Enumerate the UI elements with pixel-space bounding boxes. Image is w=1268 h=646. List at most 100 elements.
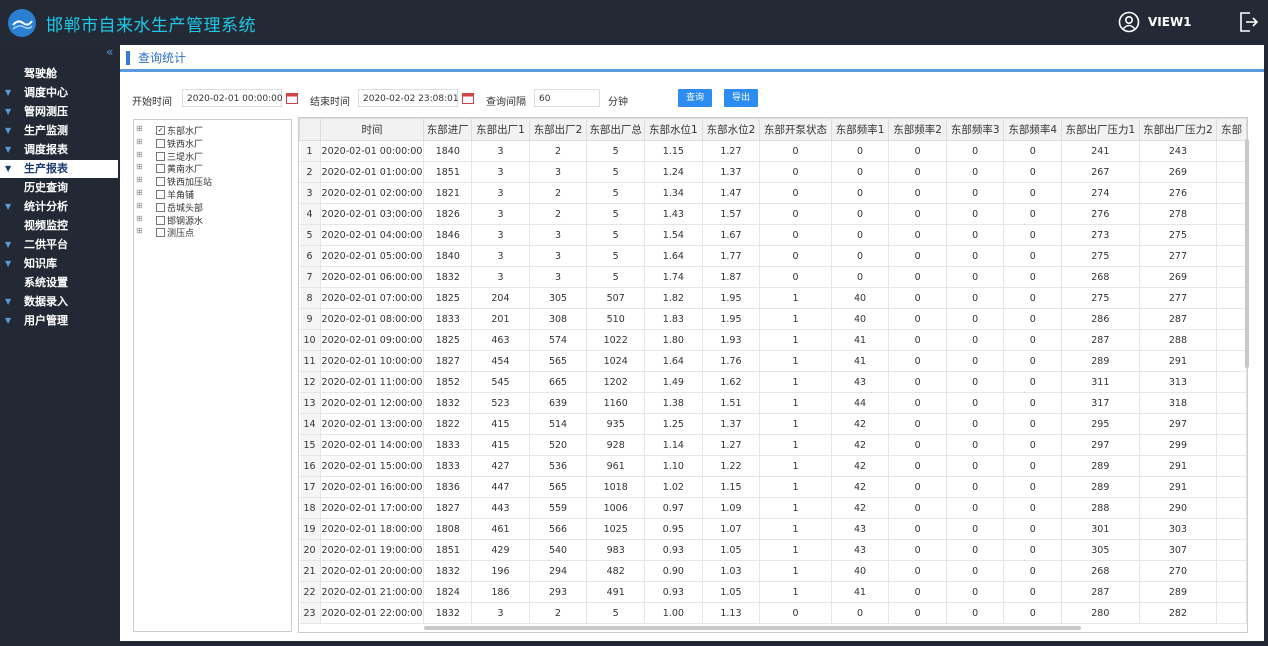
table-row[interactable]: 7 2020-02-01 06:00:00 1832 3 3 5 1.74 1.87 0 0 0 0 0… (299, 266, 1247, 288)
expand-icon[interactable]: ⊞ (136, 175, 143, 184)
table-row[interactable]: 18 2020-02-01 17:00:00 1827 443 559 1006 0.97 1… (299, 497, 1247, 519)
sidebar-item[interactable]: 视频监控 (0, 217, 118, 235)
table-cell: 2020-02-01 18:00:00 (320, 518, 425, 540)
tree-checkbox[interactable] (156, 190, 165, 199)
table-cell: 0 (759, 245, 832, 267)
table-cell: 1836 (423, 476, 473, 498)
tree-checkbox[interactable] (156, 138, 165, 148)
sidebar-item[interactable]: ▼ 用户管理 (0, 312, 118, 330)
username[interactable]: VIEW1 (1148, 15, 1192, 29)
end-time-input[interactable]: 2020-02-02 23:08:01 (358, 89, 459, 107)
tree-checkbox[interactable] (156, 202, 165, 212)
tree-checkbox[interactable] (156, 215, 165, 225)
table-cell: 289 (1061, 350, 1140, 372)
table-row[interactable]: 16 2020-02-01 15:00:00 1833 427 536 961 1.10 1.… (299, 455, 1247, 477)
column-header[interactable]: 东部出厂压力1 (1061, 118, 1140, 141)
table-cell: 463 (471, 329, 530, 351)
table-row[interactable]: 5 2020-02-01 04:00:00 1846 3 3 5 1.54 1.67 0 0 0 0 0… (299, 224, 1247, 246)
table-cell: 0 (1003, 476, 1063, 498)
column-header[interactable]: 东部频率4 (1003, 118, 1063, 141)
expand-icon[interactable]: ⊞ (136, 226, 143, 235)
sidebar-item[interactable]: ▼ 调度中心 (0, 84, 118, 102)
search-button[interactable]: 查询 (678, 89, 712, 107)
table-cell: 566 (529, 518, 588, 540)
sidebar-item[interactable]: ▼ 知识库 (0, 255, 118, 273)
column-header[interactable]: 时间 (319, 118, 425, 141)
column-header[interactable]: 东部水位1 (644, 118, 703, 141)
table-row[interactable]: 3 2020-02-01 02:00:00 1821 3 2 5 1.34 1.47 0 0 0 0 0… (299, 182, 1247, 204)
expand-icon[interactable]: ⊞ (136, 162, 143, 171)
interval-input[interactable]: 60 (534, 89, 600, 107)
table-cell: 2020-02-01 07:00:00 (320, 287, 425, 309)
sidebar-item[interactable]: 驾驶舱 (0, 65, 118, 83)
expand-icon[interactable]: ⊞ (136, 137, 143, 146)
sidebar-item[interactable]: ▼ 管网测压 (0, 103, 118, 121)
sidebar-item[interactable]: ▼ 生产报表 (0, 160, 118, 178)
table-row[interactable]: 19 2020-02-01 18:00:00 1808 461 566 1025 0.95 1… (299, 518, 1247, 540)
table-row[interactable]: 17 2020-02-01 16:00:00 1836 447 565 1018 1.02 1… (299, 476, 1247, 498)
expand-icon[interactable]: ⊞ (136, 201, 143, 210)
column-header[interactable]: 东部频率2 (888, 118, 947, 141)
tree-checkbox[interactable] (156, 164, 165, 174)
collapse-sidebar-icon[interactable]: « (106, 45, 113, 59)
column-header[interactable]: 东部开泵状态 (759, 118, 832, 141)
column-header[interactable]: 东部出厂总 (586, 118, 646, 141)
vertical-scrollbar[interactable] (1245, 139, 1249, 368)
column-header[interactable]: 东部出厂1 (471, 118, 530, 141)
column-header[interactable] (299, 118, 321, 141)
user-icon[interactable] (1118, 11, 1140, 33)
table-cell: 201 (471, 308, 530, 330)
sidebar-item[interactable]: ▼ 二供平台 (0, 236, 118, 254)
table-cell: 0 (888, 203, 947, 225)
table-row[interactable]: 14 2020-02-01 13:00:00 1822 415 514 935 1.25 1.… (299, 413, 1247, 435)
table-row[interactable]: 4 2020-02-01 03:00:00 1826 3 2 5 1.43 1.57 0 0 0 0 0… (299, 203, 1247, 225)
horizontal-scrollbar[interactable] (424, 626, 1081, 630)
expand-icon[interactable]: ⊞ (136, 124, 143, 133)
table-cell: 5 (586, 203, 646, 225)
table-row[interactable]: 23 2020-02-01 22:00:00 1832 3 2 5 1.00 1.13 0 0 0 0… (299, 602, 1247, 624)
column-header[interactable]: 东部进厂 (423, 118, 473, 141)
sidebar-item[interactable]: 系统设置 (0, 274, 118, 292)
sidebar-item[interactable]: 历史查询 (0, 179, 118, 197)
sidebar-item[interactable]: ▼ 调度报表 (0, 141, 118, 159)
table-row[interactable]: 15 2020-02-01 14:00:00 1833 415 520 928 1.14 1.… (299, 434, 1247, 456)
table-row[interactable]: 1 2020-02-01 00:00:00 1840 3 2 5 1.15 1.27 0 0 0 0 0… (299, 140, 1247, 162)
column-header[interactable]: 东部水位2 (701, 118, 761, 141)
logout-icon[interactable] (1236, 10, 1260, 34)
table-row[interactable]: 2 2020-02-01 01:00:00 1851 3 3 5 1.24 1.37 0 0 0 0 0… (299, 161, 1247, 183)
expand-icon[interactable]: ⊞ (136, 188, 143, 197)
calendar-icon[interactable] (462, 92, 474, 104)
column-header[interactable]: 东部频率3 (945, 118, 1005, 141)
table-cell: 565 (529, 350, 588, 372)
table-cell: 0 (946, 203, 1005, 225)
table-cell (1216, 455, 1247, 477)
sidebar-item[interactable]: ▼ 生产监测 (0, 122, 118, 140)
table-row[interactable]: 22 2020-02-01 21:00:00 1824 186 293 491 0.93 1.… (299, 581, 1247, 603)
expand-icon[interactable]: ⊞ (136, 214, 143, 223)
table-row[interactable]: 12 2020-02-01 11:00:00 1852 545 665 1202 1.49 1… (299, 371, 1247, 393)
table-cell: 0 (946, 224, 1005, 246)
sidebar-item[interactable]: ▼ 数据录入 (0, 293, 118, 311)
export-button[interactable]: 导出 (724, 89, 758, 107)
tree-checkbox[interactable] (156, 228, 165, 238)
table-row[interactable]: 10 2020-02-01 09:00:00 1825 463 574 1022 1.80 1… (299, 329, 1247, 351)
table-row[interactable]: 11 2020-02-01 10:00:00 1827 454 565 1024 1.64 1… (299, 350, 1247, 372)
table-cell: 0 (1003, 602, 1063, 624)
table-row[interactable]: 9 2020-02-01 08:00:00 1833 201 308 510 1.83 1.9… (299, 308, 1247, 330)
start-time-input[interactable]: 2020-02-01 00:00:00 (182, 89, 283, 107)
tree-checkbox[interactable] (156, 177, 165, 187)
sidebar-item[interactable]: ▼ 统计分析 (0, 198, 118, 216)
column-header[interactable]: 东部出厂压力2 (1138, 118, 1218, 141)
tree-checkbox[interactable] (156, 151, 165, 161)
column-header[interactable]: 东部出厂2 (528, 118, 588, 141)
table-row[interactable]: 21 2020-02-01 20:00:00 1832 196 294 482 0.90 1.… (299, 560, 1247, 582)
tree-checkbox[interactable]: ✓ (156, 126, 165, 135)
table-row[interactable]: 20 2020-02-01 19:00:00 1851 429 540 983 0.93 1.… (299, 539, 1247, 561)
column-header[interactable]: 东部 (1216, 118, 1247, 141)
expand-icon[interactable]: ⊞ (136, 150, 143, 159)
column-header[interactable]: 东部频率1 (830, 118, 890, 141)
calendar-icon[interactable] (286, 92, 298, 104)
table-row[interactable]: 8 2020-02-01 07:00:00 1825 204 305 507 1.82 1.9… (299, 287, 1247, 309)
table-row[interactable]: 6 2020-02-01 05:00:00 1840 3 3 5 1.64 1.77 0 0 0 0 0… (299, 245, 1247, 267)
table-row[interactable]: 13 2020-02-01 12:00:00 1832 523 639 1160 1.38 1… (299, 392, 1247, 414)
